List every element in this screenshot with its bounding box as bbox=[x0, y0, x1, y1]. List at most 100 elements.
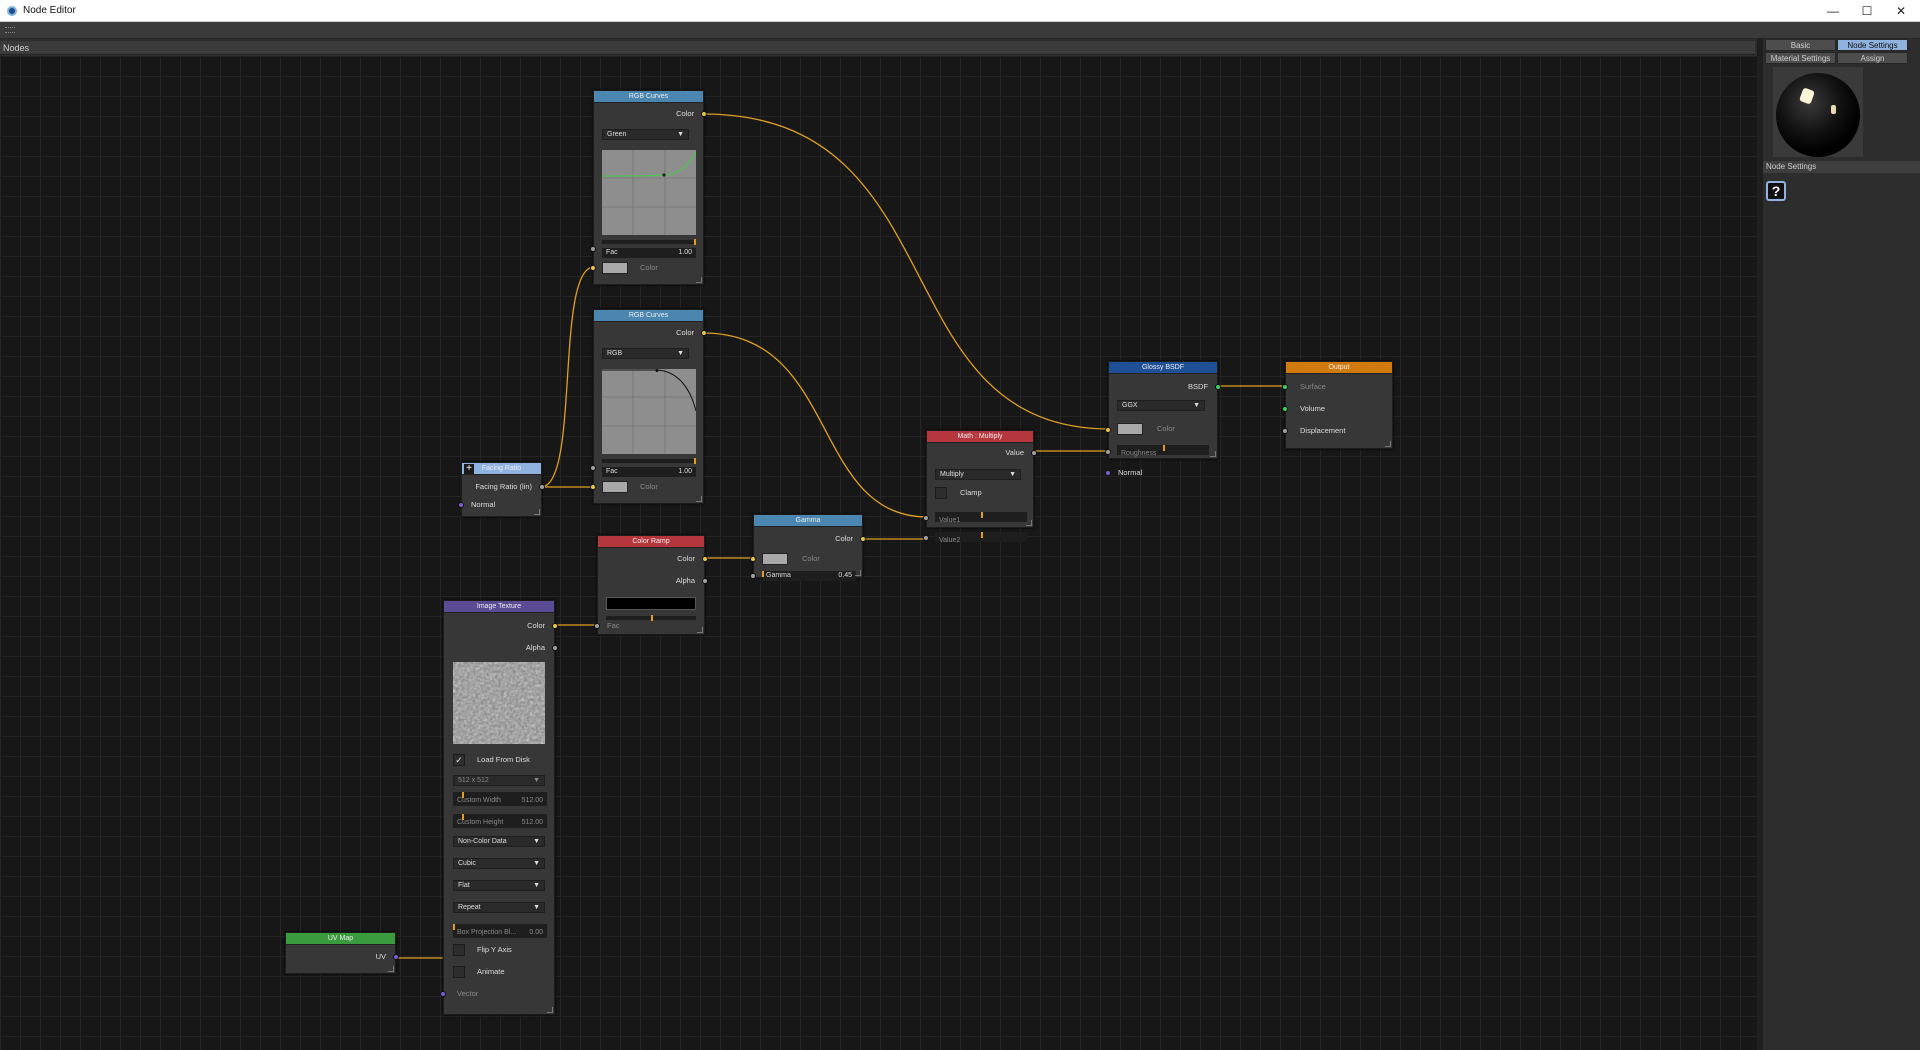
resolution-dropdown[interactable]: 512 x 512 ▼ bbox=[453, 775, 545, 786]
node-header[interactable]: UV Map bbox=[286, 933, 395, 945]
animate-checkbox[interactable] bbox=[453, 966, 465, 978]
interpolation-dropdown[interactable]: Cubic ▼ bbox=[453, 858, 545, 869]
clamp-checkbox[interactable] bbox=[935, 487, 947, 499]
color-ramp-gradient[interactable] bbox=[606, 597, 696, 610]
output-alpha-socket[interactable] bbox=[552, 645, 558, 651]
resize-handle[interactable] bbox=[388, 966, 394, 972]
color-ramp-node[interactable]: Color Ramp Color Alpha Fac bbox=[594, 535, 708, 635]
input-color-socket[interactable] bbox=[1105, 427, 1111, 433]
curve-graph[interactable] bbox=[602, 369, 697, 454]
input-color-swatch[interactable] bbox=[1117, 423, 1143, 435]
gamma-node[interactable]: Gamma Color Color Gamma 0.45 bbox=[750, 514, 866, 581]
output-color-socket[interactable] bbox=[552, 623, 558, 629]
resize-handle[interactable] bbox=[1210, 451, 1216, 457]
input-fac-socket[interactable] bbox=[590, 465, 596, 471]
output-facing-ratio-socket[interactable] bbox=[539, 484, 545, 490]
tab-assign[interactable]: Assign bbox=[1837, 52, 1908, 64]
input-fac-socket[interactable] bbox=[590, 246, 596, 252]
input-color-swatch[interactable] bbox=[602, 481, 628, 493]
close-button[interactable]: ✕ bbox=[1886, 2, 1916, 20]
node-header[interactable]: Color Ramp bbox=[598, 536, 704, 548]
input-value1-socket[interactable] bbox=[923, 515, 929, 521]
resize-handle[interactable] bbox=[1026, 520, 1032, 526]
value2-handle[interactable] bbox=[981, 532, 983, 538]
gamma-slider[interactable]: Gamma 0.45 bbox=[762, 571, 856, 581]
resize-handle[interactable] bbox=[855, 570, 861, 576]
colorspace-dropdown[interactable]: Non-Color Data ▼ bbox=[453, 836, 545, 847]
gamma-handle[interactable] bbox=[762, 571, 764, 577]
add-icon[interactable]: + bbox=[464, 464, 474, 474]
output-uv-socket[interactable] bbox=[393, 954, 399, 960]
grip-icon[interactable] bbox=[5, 27, 15, 33]
resize-handle[interactable] bbox=[534, 509, 540, 515]
input-color-socket[interactable] bbox=[590, 484, 596, 490]
output-color-socket[interactable] bbox=[701, 111, 707, 117]
node-header[interactable]: + Facing Ratio bbox=[462, 463, 541, 475]
glossy-bsdf-node[interactable]: Glossy BSDF BSDF GGX ▼ Color Roughness No… bbox=[1105, 361, 1221, 477]
node-header[interactable]: Image Texture bbox=[444, 601, 554, 613]
input-gamma-socket[interactable] bbox=[750, 573, 756, 579]
load-from-disk-checkbox[interactable]: ✓ bbox=[453, 754, 465, 766]
resize-handle[interactable] bbox=[696, 277, 702, 283]
projection-dropdown[interactable]: Flat ▼ bbox=[453, 880, 545, 891]
value2-field[interactable]: Value2 bbox=[935, 532, 1027, 544]
math-multiply-node[interactable]: Math : Multiply Value Multiply ▼ Clamp Va… bbox=[923, 430, 1037, 544]
node-header[interactable]: Gamma bbox=[754, 515, 862, 527]
distribution-dropdown[interactable]: GGX ▼ bbox=[1117, 400, 1205, 411]
output-alpha-socket[interactable] bbox=[702, 578, 708, 584]
curve-graph[interactable] bbox=[601, 150, 697, 235]
value1-field[interactable]: Value1 bbox=[935, 512, 1027, 524]
node-header[interactable]: RGB Curves bbox=[594, 91, 703, 103]
rgb-curves-node-2[interactable]: RGB Curves Color RGB ▼ Fac 1.00 Color bbox=[590, 309, 707, 504]
tab-node-settings[interactable]: Node Settings bbox=[1837, 39, 1908, 51]
output-color-socket[interactable] bbox=[860, 536, 866, 542]
input-roughness-socket[interactable] bbox=[1105, 449, 1111, 455]
node-canvas[interactable]: RGB Curves Color Green ▼ Fac 1.00 Color RG… bbox=[0, 56, 1757, 1050]
value1-handle[interactable] bbox=[981, 512, 983, 518]
output-color-socket[interactable] bbox=[701, 330, 707, 336]
range-handle[interactable] bbox=[694, 239, 696, 245]
input-color-socket[interactable] bbox=[590, 265, 596, 271]
flip-y-checkbox[interactable] bbox=[453, 944, 465, 956]
input-color-socket[interactable] bbox=[750, 556, 756, 562]
curve-range-bar[interactable] bbox=[602, 458, 696, 464]
fac-slider[interactable]: Fac 1.00 bbox=[602, 467, 696, 477]
facing-ratio-node[interactable]: + Facing Ratio Facing Ratio (lin) Normal bbox=[458, 462, 545, 517]
curve-range-bar[interactable] bbox=[602, 239, 696, 245]
help-icon[interactable]: ? bbox=[1766, 181, 1786, 201]
node-header[interactable]: Glossy BSDF bbox=[1109, 362, 1217, 374]
range-handle[interactable] bbox=[694, 458, 696, 464]
output-node[interactable]: Output Surface Volume Displacement bbox=[1282, 361, 1393, 449]
box-blend-handle[interactable] bbox=[453, 924, 455, 930]
output-color-socket[interactable] bbox=[702, 556, 708, 562]
fac-slider[interactable]: Fac 1.00 bbox=[602, 248, 696, 258]
rgb-curves-node-1[interactable]: RGB Curves Color Green ▼ Fac 1.00 Color bbox=[590, 90, 707, 285]
input-color-swatch[interactable] bbox=[602, 262, 628, 274]
operation-dropdown[interactable]: Multiply ▼ bbox=[935, 469, 1021, 480]
extension-dropdown[interactable]: Repeat ▼ bbox=[453, 902, 545, 913]
custom-height-field[interactable]: Custom Height 512.00 bbox=[453, 814, 547, 828]
minimize-button[interactable]: — bbox=[1818, 2, 1848, 20]
input-value2-socket[interactable] bbox=[923, 535, 929, 541]
resize-handle[interactable] bbox=[697, 627, 703, 633]
box-projection-blend-field[interactable]: Box Projection Bl... 0.00 bbox=[453, 924, 547, 938]
resize-handle[interactable] bbox=[547, 1007, 553, 1013]
node-header[interactable]: RGB Curves bbox=[594, 310, 703, 322]
resize-handle[interactable] bbox=[1385, 441, 1391, 447]
tab-material-settings[interactable]: Material Settings bbox=[1765, 52, 1836, 64]
roughness-handle[interactable] bbox=[1163, 445, 1165, 451]
output-bsdf-socket[interactable] bbox=[1215, 384, 1221, 390]
node-header[interactable]: Math : Multiply bbox=[927, 431, 1033, 443]
maximize-button[interactable]: ☐ bbox=[1852, 2, 1882, 20]
image-texture-node[interactable]: Image Texture Color Alpha ✓ Load From Di… bbox=[440, 600, 558, 1015]
node-header[interactable]: Output bbox=[1286, 362, 1392, 374]
custom-width-field[interactable]: Custom Width 512.00 bbox=[453, 792, 547, 806]
tab-basic[interactable]: Basic bbox=[1765, 39, 1836, 51]
resize-handle[interactable] bbox=[696, 496, 702, 502]
output-value-socket[interactable] bbox=[1031, 450, 1037, 456]
uv-map-node[interactable]: UV Map UV bbox=[285, 932, 399, 974]
input-color-swatch[interactable] bbox=[762, 553, 788, 565]
channel-dropdown[interactable]: RGB ▼ bbox=[602, 348, 689, 359]
roughness-field[interactable]: Roughness bbox=[1117, 445, 1209, 457]
channel-dropdown[interactable]: Green ▼ bbox=[602, 129, 689, 140]
